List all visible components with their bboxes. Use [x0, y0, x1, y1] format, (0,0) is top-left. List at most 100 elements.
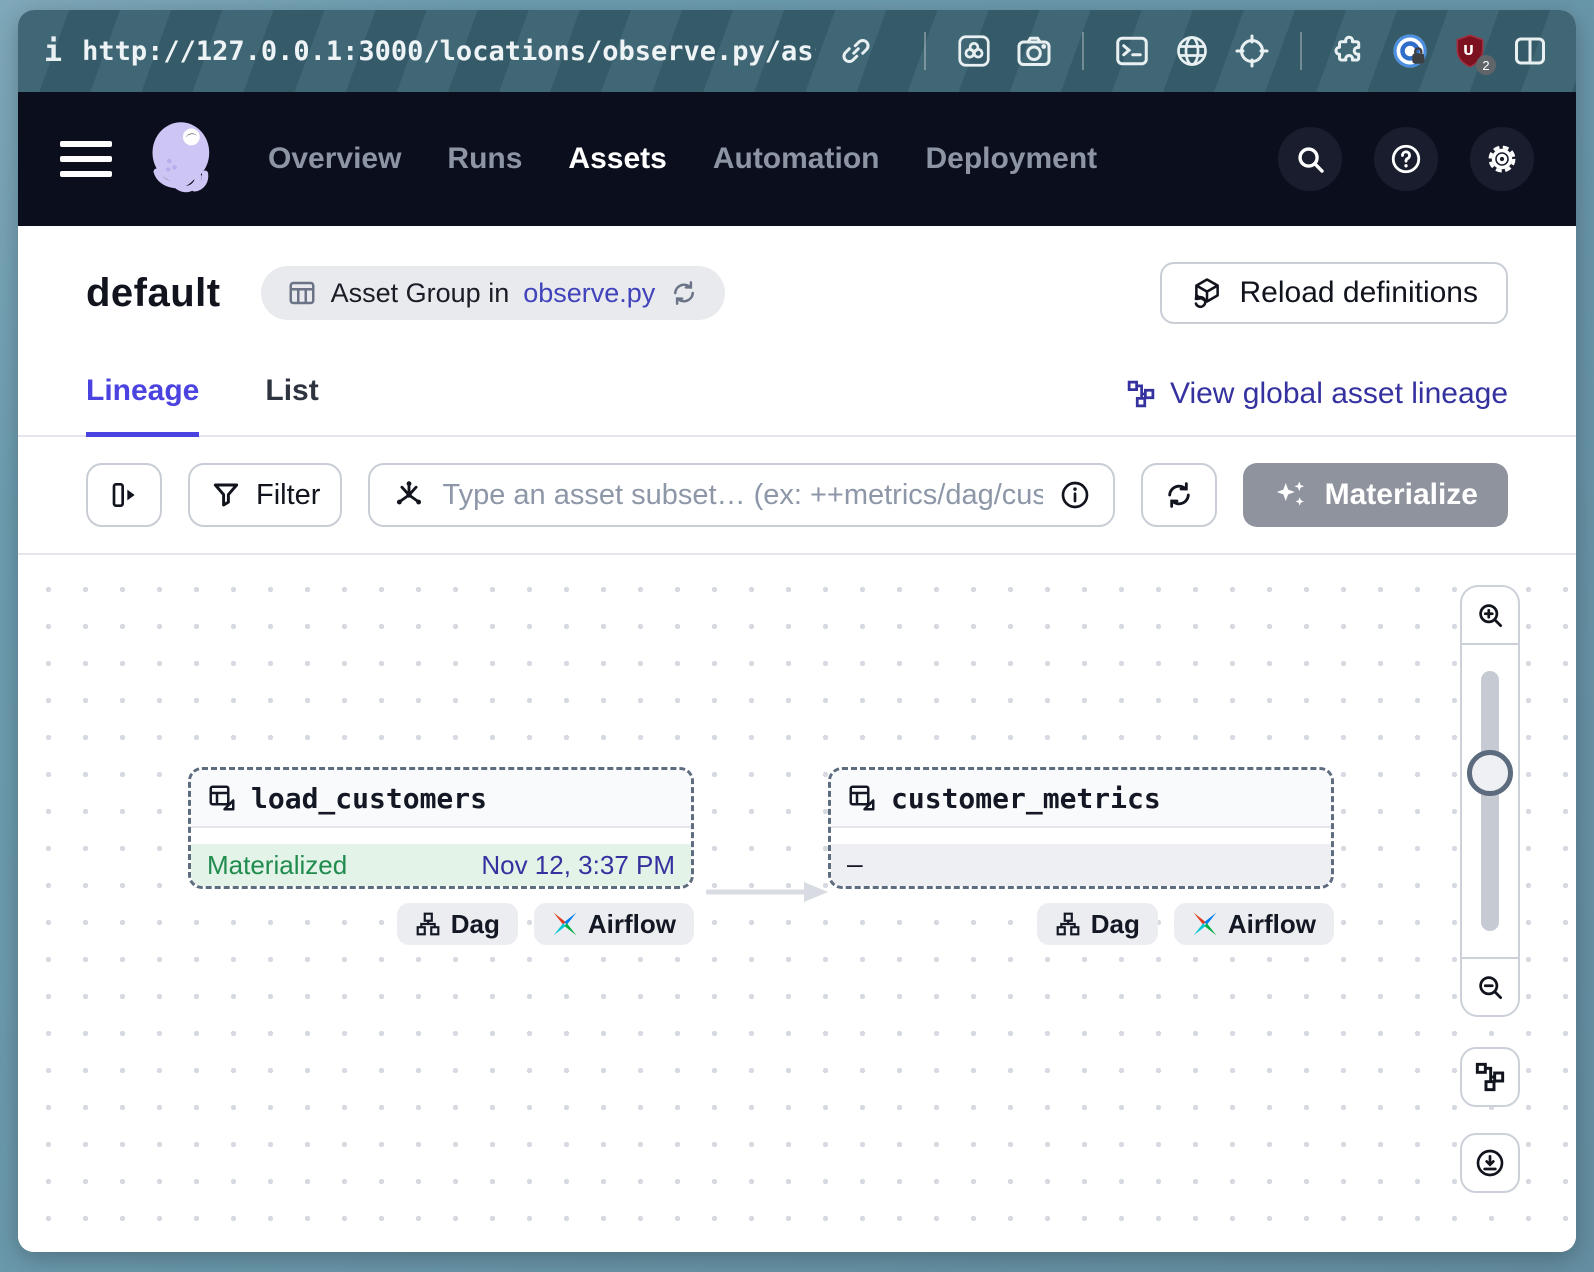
zoom-slider[interactable]	[1462, 645, 1518, 957]
node-gap	[191, 828, 691, 844]
lineage-edge-arrow	[706, 881, 832, 903]
app-navbar: Overview Runs Assets Automation Deployme…	[18, 92, 1576, 226]
download-graph-button[interactable]	[1460, 1133, 1520, 1193]
zoom-in-icon	[1475, 600, 1505, 630]
asset-selection-icon	[392, 478, 426, 512]
screen-frame: i http://127.0.0.1:3000/locations/observ…	[0, 0, 1594, 1272]
asset-table-icon	[847, 783, 877, 813]
materialize-button[interactable]: Materialize	[1243, 463, 1508, 527]
lineage-canvas[interactable]: load_customers Materialized Nov 12, 3:37…	[18, 555, 1576, 1252]
nav-tab-overview[interactable]: Overview	[268, 142, 401, 176]
url-text[interactable]: http://127.0.0.1:3000/locations/observe.…	[82, 36, 816, 67]
reload-definitions-icon	[1190, 276, 1224, 310]
code-location-link[interactable]: observe.py	[523, 278, 655, 309]
nav-tab-assets[interactable]: Assets	[568, 142, 666, 176]
page-content: default Asset Group in observe.py Reload…	[18, 226, 1576, 1252]
tag-airflow-label: Airflow	[588, 909, 676, 940]
copy-link-icon[interactable]	[836, 31, 876, 71]
gear-icon	[1485, 142, 1519, 176]
zoom-slider-handle[interactable]	[1467, 750, 1513, 796]
page-title: default	[86, 271, 221, 316]
filter-button[interactable]: Filter	[188, 463, 342, 527]
toggle-sidebar-button[interactable]	[86, 463, 162, 527]
zoom-slider-track[interactable]	[1481, 671, 1499, 931]
search-button[interactable]	[1278, 127, 1342, 191]
zoom-out-button[interactable]	[1462, 957, 1518, 1015]
filter-label: Filter	[256, 479, 320, 512]
lineage-graph-icon	[1126, 379, 1156, 409]
node-gap	[831, 828, 1331, 844]
tag-airflow[interactable]: Airflow	[534, 903, 694, 945]
tag-airflow[interactable]: Airflow	[1174, 903, 1334, 945]
browser-url-bar[interactable]: i http://127.0.0.1:3000/locations/observ…	[18, 10, 1576, 92]
asset-subset-field[interactable]	[368, 463, 1114, 527]
download-icon	[1474, 1147, 1506, 1179]
extensions-puzzle-icon[interactable]	[1330, 31, 1370, 71]
split-view-icon[interactable]	[1510, 31, 1550, 71]
refresh-icon	[1163, 479, 1195, 511]
airflow-logo-icon	[552, 911, 578, 937]
help-button[interactable]	[1374, 127, 1438, 191]
toolbar-separator	[924, 32, 926, 70]
toolbar-separator	[1300, 32, 1302, 70]
lineage-toolbar: Filter Materialize	[18, 437, 1576, 555]
nav-tab-automation[interactable]: Automation	[713, 142, 880, 176]
asset-name: load_customers	[251, 782, 487, 815]
nav-tab-runs[interactable]: Runs	[447, 142, 522, 176]
page-header: default Asset Group in observe.py Reload…	[18, 226, 1576, 324]
asset-table-icon	[207, 783, 237, 813]
materialized-timestamp[interactable]: Nov 12, 3:37 PM	[481, 850, 675, 881]
dag-icon	[415, 911, 441, 937]
tag-dag[interactable]: Dag	[397, 903, 518, 945]
asset-node-load-customers[interactable]: load_customers Materialized Nov 12, 3:37…	[188, 767, 694, 889]
hamburger-menu-icon[interactable]	[60, 141, 112, 177]
tag-dag[interactable]: Dag	[1037, 903, 1158, 945]
tab-lineage[interactable]: Lineage	[86, 374, 199, 437]
tag-row-load-customers: Dag Airflow	[188, 903, 694, 945]
toolbar-separator	[1082, 32, 1084, 70]
help-icon	[1389, 142, 1423, 176]
extension-flower-icon[interactable]	[954, 31, 994, 71]
refresh-icon[interactable]	[669, 278, 699, 308]
asset-group-badge: Asset Group in observe.py	[261, 266, 726, 320]
target-icon[interactable]	[1232, 31, 1272, 71]
browser-window: i http://127.0.0.1:3000/locations/observ…	[18, 10, 1576, 1252]
asset-name: customer_metrics	[891, 782, 1161, 815]
asset-node-customer-metrics[interactable]: customer_metrics –	[828, 767, 1334, 889]
tag-dag-label: Dag	[451, 909, 500, 940]
tab-list[interactable]: List	[265, 374, 318, 437]
zoom-out-icon	[1475, 972, 1505, 1002]
globe-icon[interactable]	[1172, 31, 1212, 71]
panel-expand-icon	[108, 479, 140, 511]
nav-tab-deployment[interactable]: Deployment	[925, 142, 1097, 176]
asset-subset-input[interactable]	[442, 479, 1042, 512]
view-tabs: Lineage List View global asset lineage	[18, 374, 1576, 437]
ublock-shield-icon[interactable]: U 2	[1450, 31, 1490, 71]
never-materialized-dash: –	[847, 850, 863, 880]
terminal-icon[interactable]	[1112, 31, 1152, 71]
view-global-lineage-label: View global asset lineage	[1170, 377, 1508, 411]
screenshot-camera-icon[interactable]	[1014, 31, 1054, 71]
tag-dag-label: Dag	[1091, 909, 1140, 940]
sparkles-icon	[1273, 477, 1309, 513]
refresh-graph-button[interactable]	[1141, 463, 1217, 527]
tag-row-customer-metrics: Dag Airflow	[828, 903, 1334, 945]
reload-definitions-label: Reload definitions	[1240, 276, 1479, 310]
navbar-actions	[1278, 127, 1534, 191]
reload-definitions-button[interactable]: Reload definitions	[1160, 262, 1509, 324]
page-info-icon[interactable]: i	[44, 34, 62, 69]
zoom-control-panel	[1460, 585, 1520, 1017]
airflow-logo-icon	[1192, 911, 1218, 937]
dag-icon	[1055, 911, 1081, 937]
view-global-lineage-link[interactable]: View global asset lineage	[1126, 377, 1508, 435]
settings-button[interactable]	[1470, 127, 1534, 191]
dagster-octopus-logo[interactable]	[142, 117, 226, 201]
search-icon	[1293, 142, 1327, 176]
filter-funnel-icon	[210, 479, 242, 511]
lineage-graph-icon	[1474, 1061, 1506, 1093]
onepassword-icon[interactable]	[1390, 31, 1430, 71]
fit-graph-button[interactable]	[1460, 1047, 1520, 1107]
syntax-info-icon[interactable]	[1059, 479, 1091, 511]
zoom-in-button[interactable]	[1462, 587, 1518, 645]
asset-node-header: customer_metrics	[831, 770, 1331, 828]
